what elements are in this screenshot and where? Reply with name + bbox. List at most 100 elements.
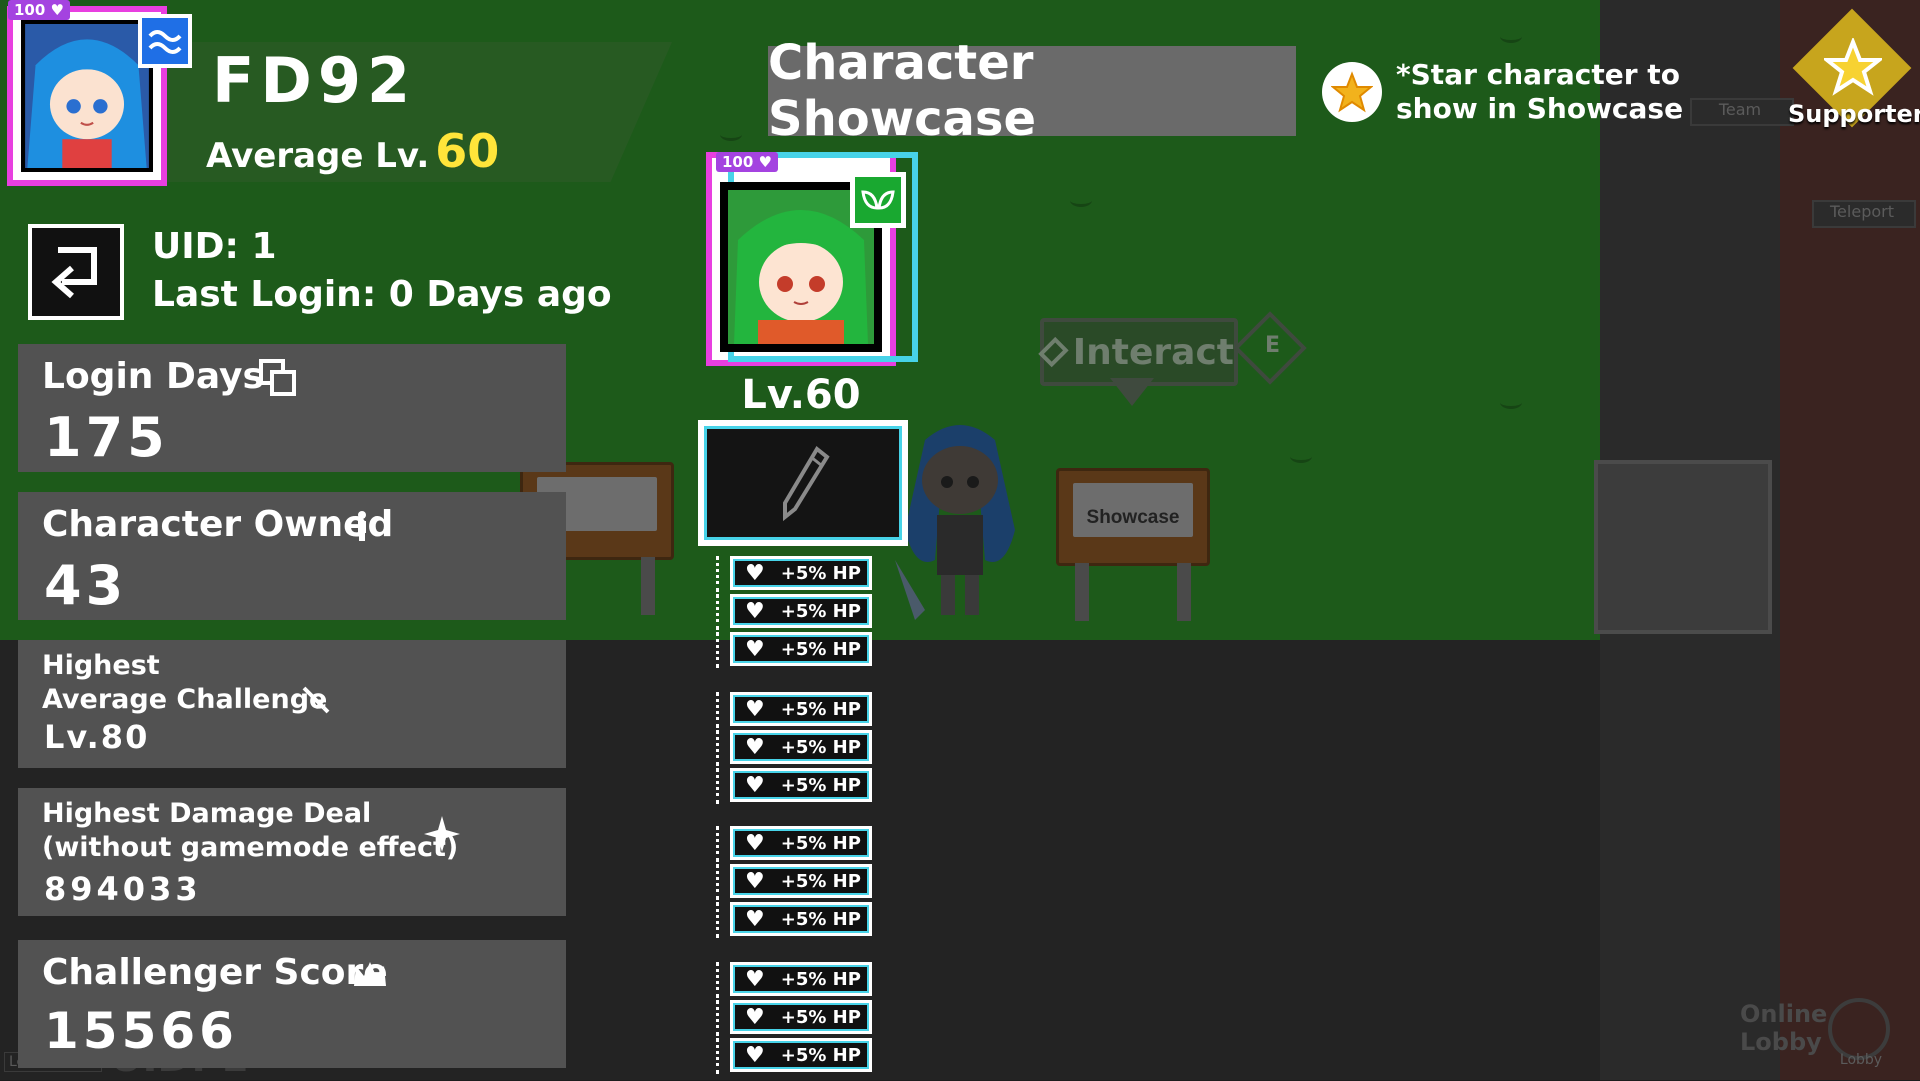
stat-card-challenger-score: Challenger Score 15566 bbox=[18, 940, 566, 1068]
stat-card-character-owned: Character Owned 43 bbox=[18, 492, 566, 620]
dotted-connector bbox=[716, 556, 727, 592]
stat-value: 15566 bbox=[44, 1002, 238, 1060]
dotted-connector bbox=[716, 594, 727, 630]
stat-card-highest-challenge: Highest Average Challenge Lv.80 bbox=[18, 640, 566, 768]
supporter-label: Supporter bbox=[1788, 100, 1920, 128]
avatar-hp-tag: 100 ♥ bbox=[8, 0, 70, 20]
character-level: Lv.60 bbox=[741, 372, 861, 418]
showcase-title: Character Showcase bbox=[768, 35, 1296, 147]
dotted-connector bbox=[716, 768, 727, 804]
dotted-connector bbox=[716, 864, 727, 900]
grass-tuft bbox=[1500, 396, 1522, 409]
stat-card-highest-damage: Highest Damage Deal (without gamemode ef… bbox=[18, 788, 566, 916]
heart-icon: ♥ bbox=[745, 734, 765, 760]
heart-icon: ♥ bbox=[745, 696, 765, 722]
avatar-portrait bbox=[21, 20, 153, 172]
bonus-stat-label: +5% HP bbox=[780, 698, 861, 720]
interact-bubble-tail bbox=[1110, 378, 1154, 406]
wave-icon bbox=[148, 30, 182, 54]
grass-tuft bbox=[720, 128, 742, 141]
character-hp-value: 100 bbox=[722, 153, 754, 171]
stat-label-line1: Highest Damage Deal bbox=[42, 798, 372, 829]
grass-tuft bbox=[1290, 450, 1312, 463]
dotted-connector bbox=[716, 1000, 727, 1036]
star-hint-text: *Star character to show in Showcase bbox=[1396, 58, 1684, 125]
stat-label-line2: (without gamemode effect) bbox=[42, 832, 459, 863]
star-icon bbox=[1331, 71, 1373, 113]
showcase-sign: Showcase bbox=[1056, 468, 1210, 621]
dotted-connector bbox=[716, 632, 727, 668]
teleport-label: Teleport bbox=[1830, 202, 1894, 221]
dotted-connector bbox=[716, 962, 727, 998]
leaf-icon bbox=[861, 190, 895, 210]
return-arrow-icon bbox=[51, 247, 97, 299]
leaf-element-badge bbox=[850, 172, 906, 228]
bonus-stat-label: +5% HP bbox=[780, 968, 861, 990]
weapon-slot[interactable] bbox=[698, 420, 908, 546]
bonus-stat-label: +5% HP bbox=[780, 832, 861, 854]
stat-value: 894033 bbox=[44, 870, 202, 908]
heart-icon: ♥ bbox=[745, 598, 765, 624]
avatar-hp-value: 100 bbox=[14, 1, 46, 19]
character-hp-tag: 100 ♥ bbox=[716, 152, 778, 172]
dotted-connector bbox=[716, 692, 727, 728]
stat-label-line1: Highest bbox=[42, 650, 160, 681]
interact-label: Interact bbox=[1072, 331, 1234, 373]
person-icon bbox=[358, 511, 366, 541]
dotted-connector bbox=[716, 730, 727, 766]
last-login: Last Login: 0 Days ago bbox=[152, 274, 612, 315]
stat-value: 175 bbox=[44, 406, 169, 469]
star-toggle-button[interactable] bbox=[1322, 62, 1382, 122]
heart-icon: ♥ bbox=[745, 906, 765, 932]
online-lobby-label: Online Lobby bbox=[1740, 1000, 1828, 1056]
stat-value: 43 bbox=[44, 554, 128, 617]
stat-card-login-days: Login Days 175 bbox=[18, 344, 566, 472]
dotted-connector bbox=[716, 902, 727, 938]
heart-icon: ♥ bbox=[758, 153, 772, 171]
bonus-stat-label: +5% HP bbox=[780, 600, 861, 622]
bonus-stat-label: +5% HP bbox=[780, 774, 861, 796]
stat-label: Challenger Score bbox=[42, 952, 388, 993]
bonus-stat-label: +5% HP bbox=[780, 908, 861, 930]
water-element-badge bbox=[138, 14, 192, 68]
interact-prompt: Interact bbox=[1038, 318, 1238, 386]
bonus-stat-label: +5% HP bbox=[780, 1006, 861, 1028]
heart-icon: ♥ bbox=[745, 636, 765, 662]
showcase-character-card[interactable] bbox=[706, 152, 918, 366]
heart-icon: ♥ bbox=[745, 868, 765, 894]
supporter-star-icon bbox=[1824, 38, 1882, 96]
average-level: Average Lv. 60 bbox=[206, 124, 499, 178]
grass-tuft bbox=[1070, 194, 1092, 207]
sword-icon bbox=[302, 686, 330, 714]
dotted-connector bbox=[716, 826, 727, 862]
heart-icon: ♥ bbox=[745, 1042, 765, 1068]
bonus-stat-label: +5% HP bbox=[780, 1044, 861, 1066]
grass-tuft bbox=[1500, 30, 1522, 43]
bonus-stat-label: +5% HP bbox=[780, 562, 861, 584]
back-button[interactable] bbox=[28, 224, 124, 320]
diamond-icon bbox=[1038, 336, 1069, 368]
stat-label-line2: Average Challenge bbox=[42, 684, 328, 715]
bonus-stat-label: +5% HP bbox=[780, 736, 861, 758]
heart-icon: ♥ bbox=[745, 830, 765, 856]
heart-icon: ♥ bbox=[50, 1, 64, 19]
stat-value: Lv.80 bbox=[44, 718, 150, 756]
dotted-connector bbox=[716, 1038, 727, 1074]
key-hint-label: E bbox=[1264, 333, 1280, 359]
bonus-stat-label: +5% HP bbox=[780, 638, 861, 660]
calendar-icon bbox=[259, 359, 296, 396]
average-level-label: Average Lv. bbox=[206, 136, 430, 176]
stat-label: Login Days bbox=[42, 356, 264, 397]
heart-icon: ♥ bbox=[745, 560, 765, 586]
heart-icon: ♥ bbox=[745, 772, 765, 798]
sparkle-icon bbox=[424, 816, 460, 852]
stat-label: Character Owned bbox=[42, 504, 394, 545]
brick-wall bbox=[1780, 0, 1920, 1080]
showcase-sign-label: Showcase bbox=[1086, 507, 1180, 528]
lobby-label: Lobby bbox=[1839, 1052, 1883, 1068]
bonus-stat-label: +5% HP bbox=[780, 870, 861, 892]
supporter-badge[interactable]: Supporter bbox=[1788, 8, 1920, 138]
crown-icon bbox=[354, 962, 386, 986]
globe-icon bbox=[1828, 998, 1890, 1060]
average-level-value: 60 bbox=[435, 124, 500, 178]
